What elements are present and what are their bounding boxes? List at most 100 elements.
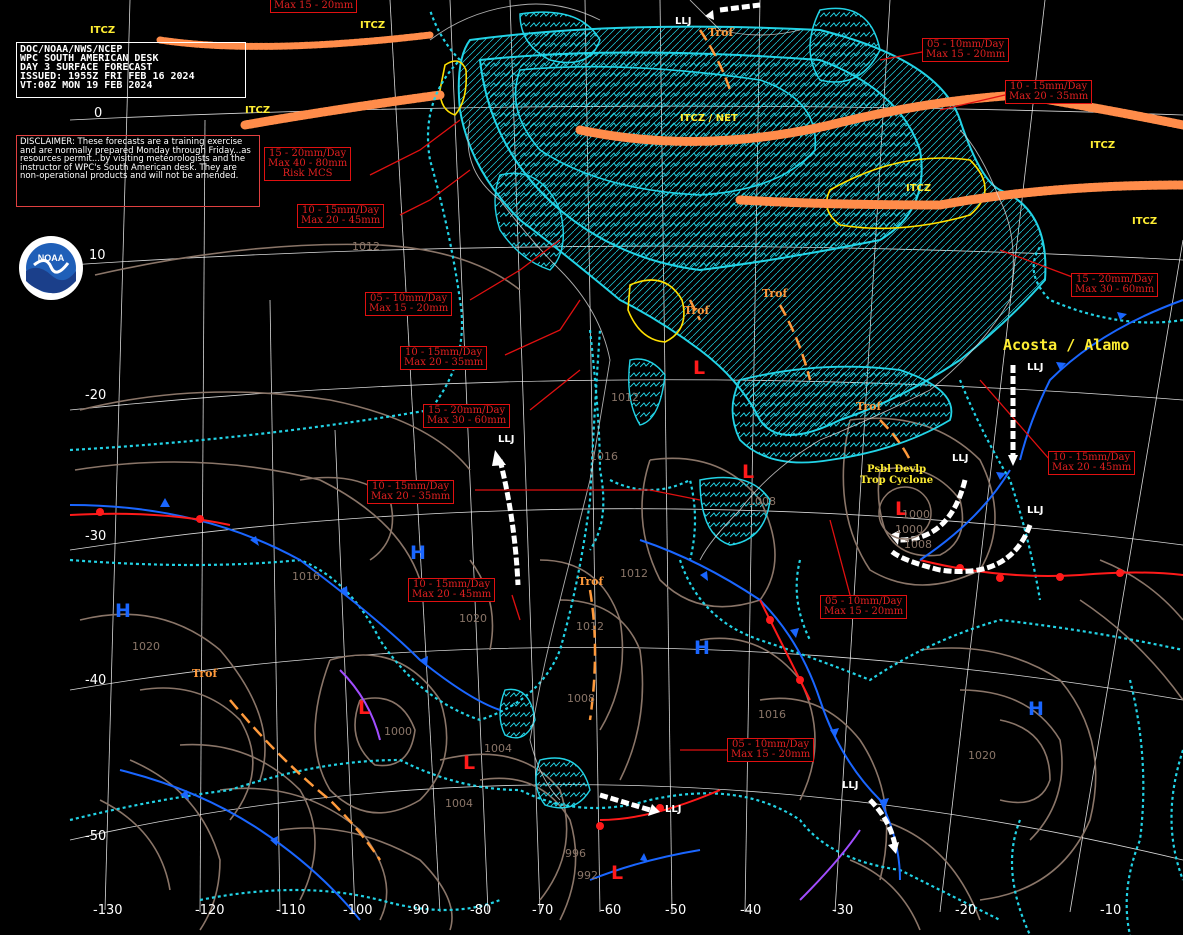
lat-label: -40 — [85, 673, 107, 688]
lon-label: -60 — [600, 903, 622, 918]
lon-label: -120 — [195, 903, 225, 918]
rain-box: 10 - 15mm/Day Max 20 - 45mm — [1048, 451, 1136, 475]
rain-note: Risk MCS — [282, 168, 333, 179]
llj-label: LLJ — [665, 804, 682, 815]
header-valid: VT:00Z MON 19 FEB 2024 — [20, 80, 153, 91]
rain-max: Max 20 - 35mm — [371, 491, 451, 502]
low-pressure-center: L — [742, 461, 755, 483]
rain-box: 05 - 10mm/Day Max 15 - 20mm — [727, 738, 815, 762]
itcz-net-label: ITCZ / NET — [680, 113, 738, 124]
itcz-label: ITCZ — [1090, 140, 1116, 151]
rain-max: Max 15 - 20mm — [824, 606, 904, 617]
low-pressure-center: L — [693, 357, 706, 379]
rain-box: 15 - 20mm/Day Max 40 - 80mm Risk MCS — [264, 147, 352, 181]
lat-label: 10 — [89, 248, 106, 263]
llj-label: LLJ — [1027, 505, 1044, 516]
forecaster-names: Acosta / Alamo — [1003, 336, 1130, 354]
isobar-value: 1012 — [620, 567, 648, 580]
isobar-value: 1012 — [352, 240, 380, 253]
rain-box: 15 - 20mm/Day Max 30 - 60mm — [1071, 273, 1159, 297]
low-pressure-center: L — [611, 862, 624, 884]
rain-box: Max 15 - 20mm — [270, 0, 358, 13]
lon-label: -110 — [276, 903, 306, 918]
isobar-value: 1000 — [895, 523, 923, 536]
trough-label: Trof — [762, 287, 788, 300]
lon-label: -30 — [832, 903, 854, 918]
rain-box: 10 - 15mm/Day Max 20 - 35mm — [400, 346, 488, 370]
low-pressure-center: L — [463, 752, 476, 774]
isobar-value: 992 — [577, 869, 598, 882]
trough-label: Trof — [192, 667, 218, 680]
rain-max: Max 20 - 35mm — [1009, 91, 1089, 102]
isobar-value: 996 — [565, 847, 586, 860]
llj-label: LLJ — [842, 780, 859, 791]
rain-max: Max 20 - 35mm — [404, 357, 484, 368]
rain-max: Max 15 - 20mm — [926, 49, 1006, 60]
rain-box: 05 - 10mm/Day Max 15 - 20mm — [922, 38, 1010, 62]
disclaimer: DISCLAIMER: These forecasts are a traini… — [16, 135, 260, 207]
rain-box: 10 - 15mm/Day Max 20 - 45mm — [297, 204, 385, 228]
rain-max: Max 15 - 20mm — [369, 303, 449, 314]
trough-label: Trof — [856, 400, 882, 413]
trough-label: Trof — [684, 304, 710, 317]
rain-box: 15 - 20mm/Day Max 30 - 60mm — [423, 404, 511, 428]
isobar-value: 1008 — [904, 538, 932, 551]
llj-label: LLJ — [675, 16, 692, 27]
isobar-value: 1000 — [384, 725, 412, 738]
high-pressure-center: H — [694, 637, 710, 659]
itcz-label: ITCZ — [906, 183, 932, 194]
isobar-value: 1020 — [459, 612, 487, 625]
lon-label: -80 — [470, 903, 492, 918]
rain-max: Max 30 - 60mm — [1075, 284, 1155, 295]
lon-label: -50 — [665, 903, 687, 918]
lat-label: -50 — [85, 829, 107, 844]
lon-label: -130 — [93, 903, 123, 918]
trough-label: Trof — [578, 575, 604, 588]
trough-label: Trof — [708, 26, 734, 39]
llj-label: LLJ — [498, 434, 515, 445]
rain-max: Max 30 - 60mm — [427, 415, 507, 426]
high-pressure-center: H — [115, 600, 131, 622]
isobar-value: 1020 — [968, 749, 996, 762]
isobar-value: 1012 — [576, 620, 604, 633]
lon-label: -70 — [532, 903, 554, 918]
rain-box: 10 - 15mm/Day Max 20 - 45mm — [408, 578, 496, 602]
itcz-label: ITCZ — [245, 105, 271, 116]
low-pressure-center: L — [358, 697, 371, 719]
product-header: DOC/NOAA/NWS/NCEP WPC SOUTH AMERICAN DES… — [16, 42, 246, 98]
rain-box: 05 - 10mm/Day Max 15 - 20mm — [820, 595, 908, 619]
rain-max: Max 20 - 45mm — [1052, 462, 1132, 473]
rain-max: Max 15 - 20mm — [274, 0, 354, 11]
noaa-logo: NOAA — [19, 236, 83, 300]
lon-label: -90 — [408, 903, 430, 918]
isobar-value: 1016 — [292, 570, 320, 583]
lat-label: -30 — [85, 529, 107, 544]
lat-label: 0 — [94, 106, 103, 121]
rain-max: Max 20 - 45mm — [301, 215, 381, 226]
itcz-label: ITCZ — [90, 25, 116, 36]
llj-label: LLJ — [1027, 362, 1044, 373]
trop-cyclone-note: Psbl Devlp Trop Cyclone — [860, 464, 933, 486]
lon-label: -10 — [1100, 903, 1122, 918]
rain-box: 05 - 10mm/Day Max 15 - 20mm — [365, 292, 453, 316]
rain-box: 10 - 15mm/Day Max 20 - 35mm — [367, 480, 455, 504]
itcz-label: ITCZ — [1132, 216, 1158, 227]
isobar-value: 1004 — [445, 797, 473, 810]
isobar-value: 1012 — [611, 391, 639, 404]
lon-label: -20 — [955, 903, 977, 918]
qpf-areas — [457, 7, 1047, 809]
isobar-value: 1016 — [758, 708, 786, 721]
isobar-value: 1020 — [132, 640, 160, 653]
rain-max: Max 20 - 45mm — [412, 589, 492, 600]
lat-label: -20 — [85, 388, 107, 403]
high-pressure-center: H — [1028, 698, 1044, 720]
high-pressure-center: H — [410, 542, 426, 564]
lon-label: -100 — [343, 903, 373, 918]
isobar-value: 1008 — [748, 495, 776, 508]
itcz-label: ITCZ — [360, 20, 386, 31]
trop-cyclone-line2: Trop Cyclone — [860, 475, 934, 486]
lon-label: -40 — [740, 903, 762, 918]
isobar-value: 1008 — [567, 692, 595, 705]
rain-box: 10 - 15mm/Day Max 20 - 35mm — [1005, 80, 1093, 104]
isobar-value: 1004 — [484, 742, 512, 755]
